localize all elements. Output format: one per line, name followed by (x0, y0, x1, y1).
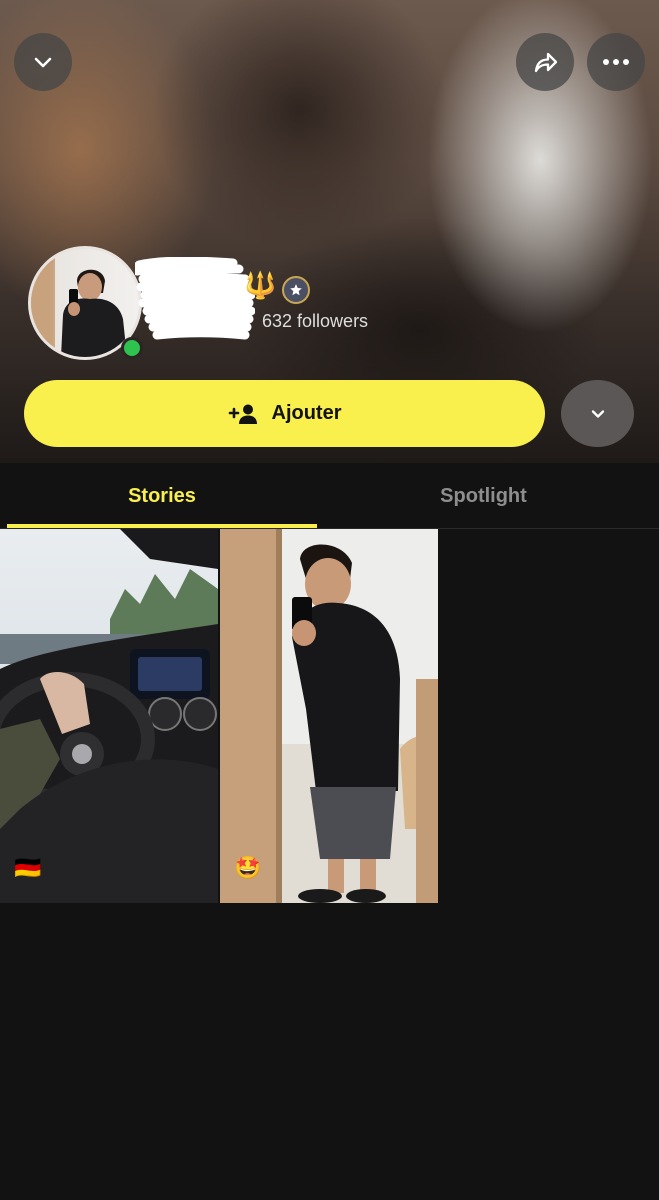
share-button[interactable] (516, 33, 574, 91)
story-thumbnail[interactable]: 🇩🇪 (0, 529, 218, 903)
tab-stories[interactable]: Stories (7, 463, 317, 529)
trident-emoji: 🔱 (244, 270, 277, 300)
expand-actions-button[interactable] (561, 380, 634, 447)
followers-count: 632 followers (262, 311, 369, 331)
more-icon (603, 59, 629, 65)
story-emoji: 🤩 (234, 855, 262, 880)
collapse-button[interactable] (14, 33, 72, 91)
redacted-name (135, 257, 255, 340)
star-icon (290, 284, 302, 296)
story-emoji: 🇩🇪 (14, 855, 42, 880)
more-options-button[interactable] (587, 33, 645, 91)
story-thumbnail[interactable]: 🤩 (220, 529, 438, 903)
add-friend-icon (228, 404, 257, 424)
tab-spotlight[interactable]: Spotlight (330, 463, 637, 529)
share-icon (534, 52, 558, 73)
profile-header: 🔱 632 followers Ajouter (0, 0, 659, 463)
add-friend-button[interactable]: Ajouter (24, 380, 545, 447)
chevron-down-icon (591, 409, 604, 418)
add-friend-label: Ajouter (271, 402, 342, 424)
chevron-down-icon (34, 57, 52, 68)
profile-tabs: Stories Spotlight (0, 463, 659, 529)
star-badge[interactable] (282, 276, 310, 304)
